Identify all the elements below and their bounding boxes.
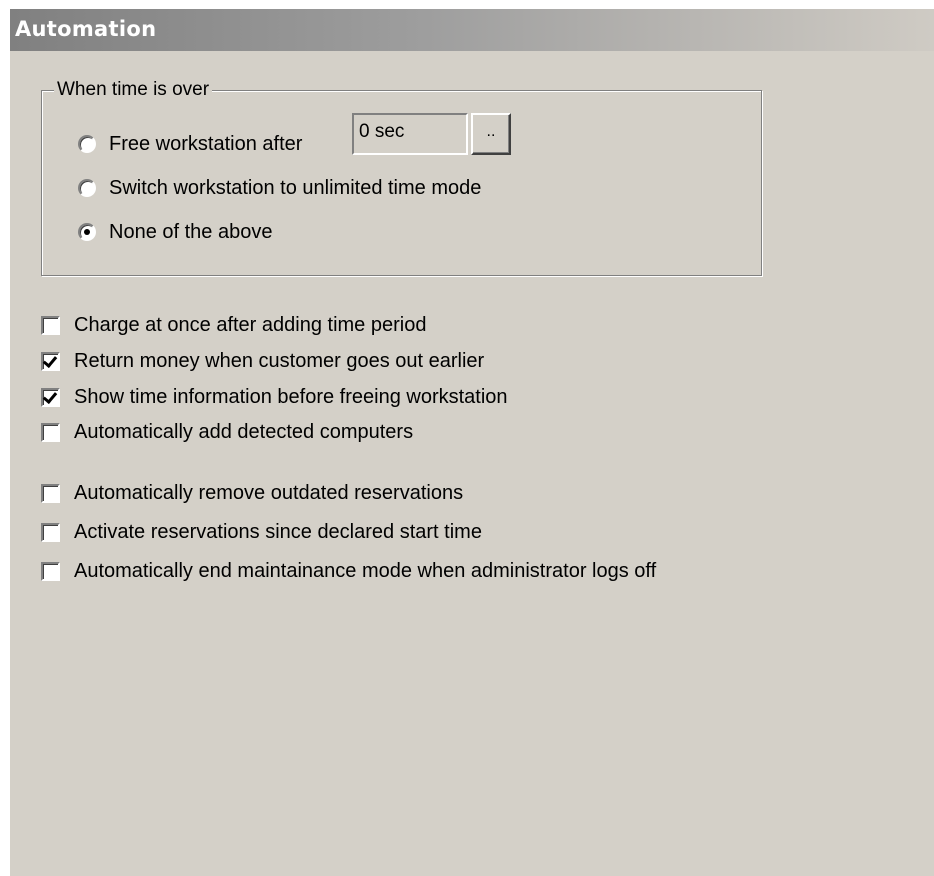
checkbox-end-maintenance-mode[interactable]: Automatically end maintainance mode when…: [41, 558, 656, 584]
panel-header: Automation: [10, 9, 934, 51]
checkbox[interactable]: [41, 522, 60, 542]
checkbox-label: Charge at once after adding time period: [74, 313, 427, 336]
checkbox-remove-outdated-reservations[interactable]: Automatically remove outdated reservatio…: [41, 480, 463, 506]
radio-unlimited-time-mode[interactable]: Switch workstation to unlimited time mod…: [78, 174, 481, 202]
checkbox-auto-add-computers[interactable]: Automatically add detected computers: [41, 419, 413, 445]
automation-panel: Automation When time is over Free workst…: [10, 9, 934, 876]
radio-none-of-the-above[interactable]: None of the above: [78, 218, 272, 246]
groupbox-legend: When time is over: [54, 79, 213, 101]
panel-title: Automation: [15, 17, 157, 41]
checkbox-return-money[interactable]: Return money when customer goes out earl…: [41, 348, 484, 374]
radio-label: None of the above: [109, 220, 273, 243]
radio-button[interactable]: [78, 135, 96, 153]
checkbox-label: Show time information before freeing wor…: [74, 385, 508, 408]
checkbox-label: Automatically end maintainance mode when…: [74, 559, 657, 582]
radio-button[interactable]: [78, 223, 96, 241]
checkbox[interactable]: [41, 387, 60, 407]
checkbox[interactable]: [41, 483, 60, 503]
radio-label: Free workstation after: [109, 132, 303, 155]
checkbox-label: Automatically add detected computers: [74, 420, 414, 443]
checkbox[interactable]: [41, 351, 60, 371]
duration-picker-button[interactable]: ..: [471, 113, 511, 155]
checkbox-label: Automatically remove outdated reservatio…: [74, 481, 464, 504]
checkbox-label: Return money when customer goes out earl…: [74, 349, 485, 372]
checkbox-charge-at-once[interactable]: Charge at once after adding time period: [41, 312, 426, 338]
checkbox-activate-reservations[interactable]: Activate reservations since declared sta…: [41, 519, 482, 545]
checkbox[interactable]: [41, 422, 60, 442]
radio-button[interactable]: [78, 179, 96, 197]
duration-field[interactable]: 0 sec: [352, 113, 468, 155]
checkbox[interactable]: [41, 315, 60, 335]
checkbox-label: Activate reservations since declared sta…: [74, 520, 482, 543]
checkbox[interactable]: [41, 561, 60, 581]
radio-free-workstation[interactable]: Free workstation after: [78, 130, 302, 158]
radio-label: Switch workstation to unlimited time mod…: [109, 176, 482, 199]
checkbox-show-time-info[interactable]: Show time information before freeing wor…: [41, 384, 508, 410]
